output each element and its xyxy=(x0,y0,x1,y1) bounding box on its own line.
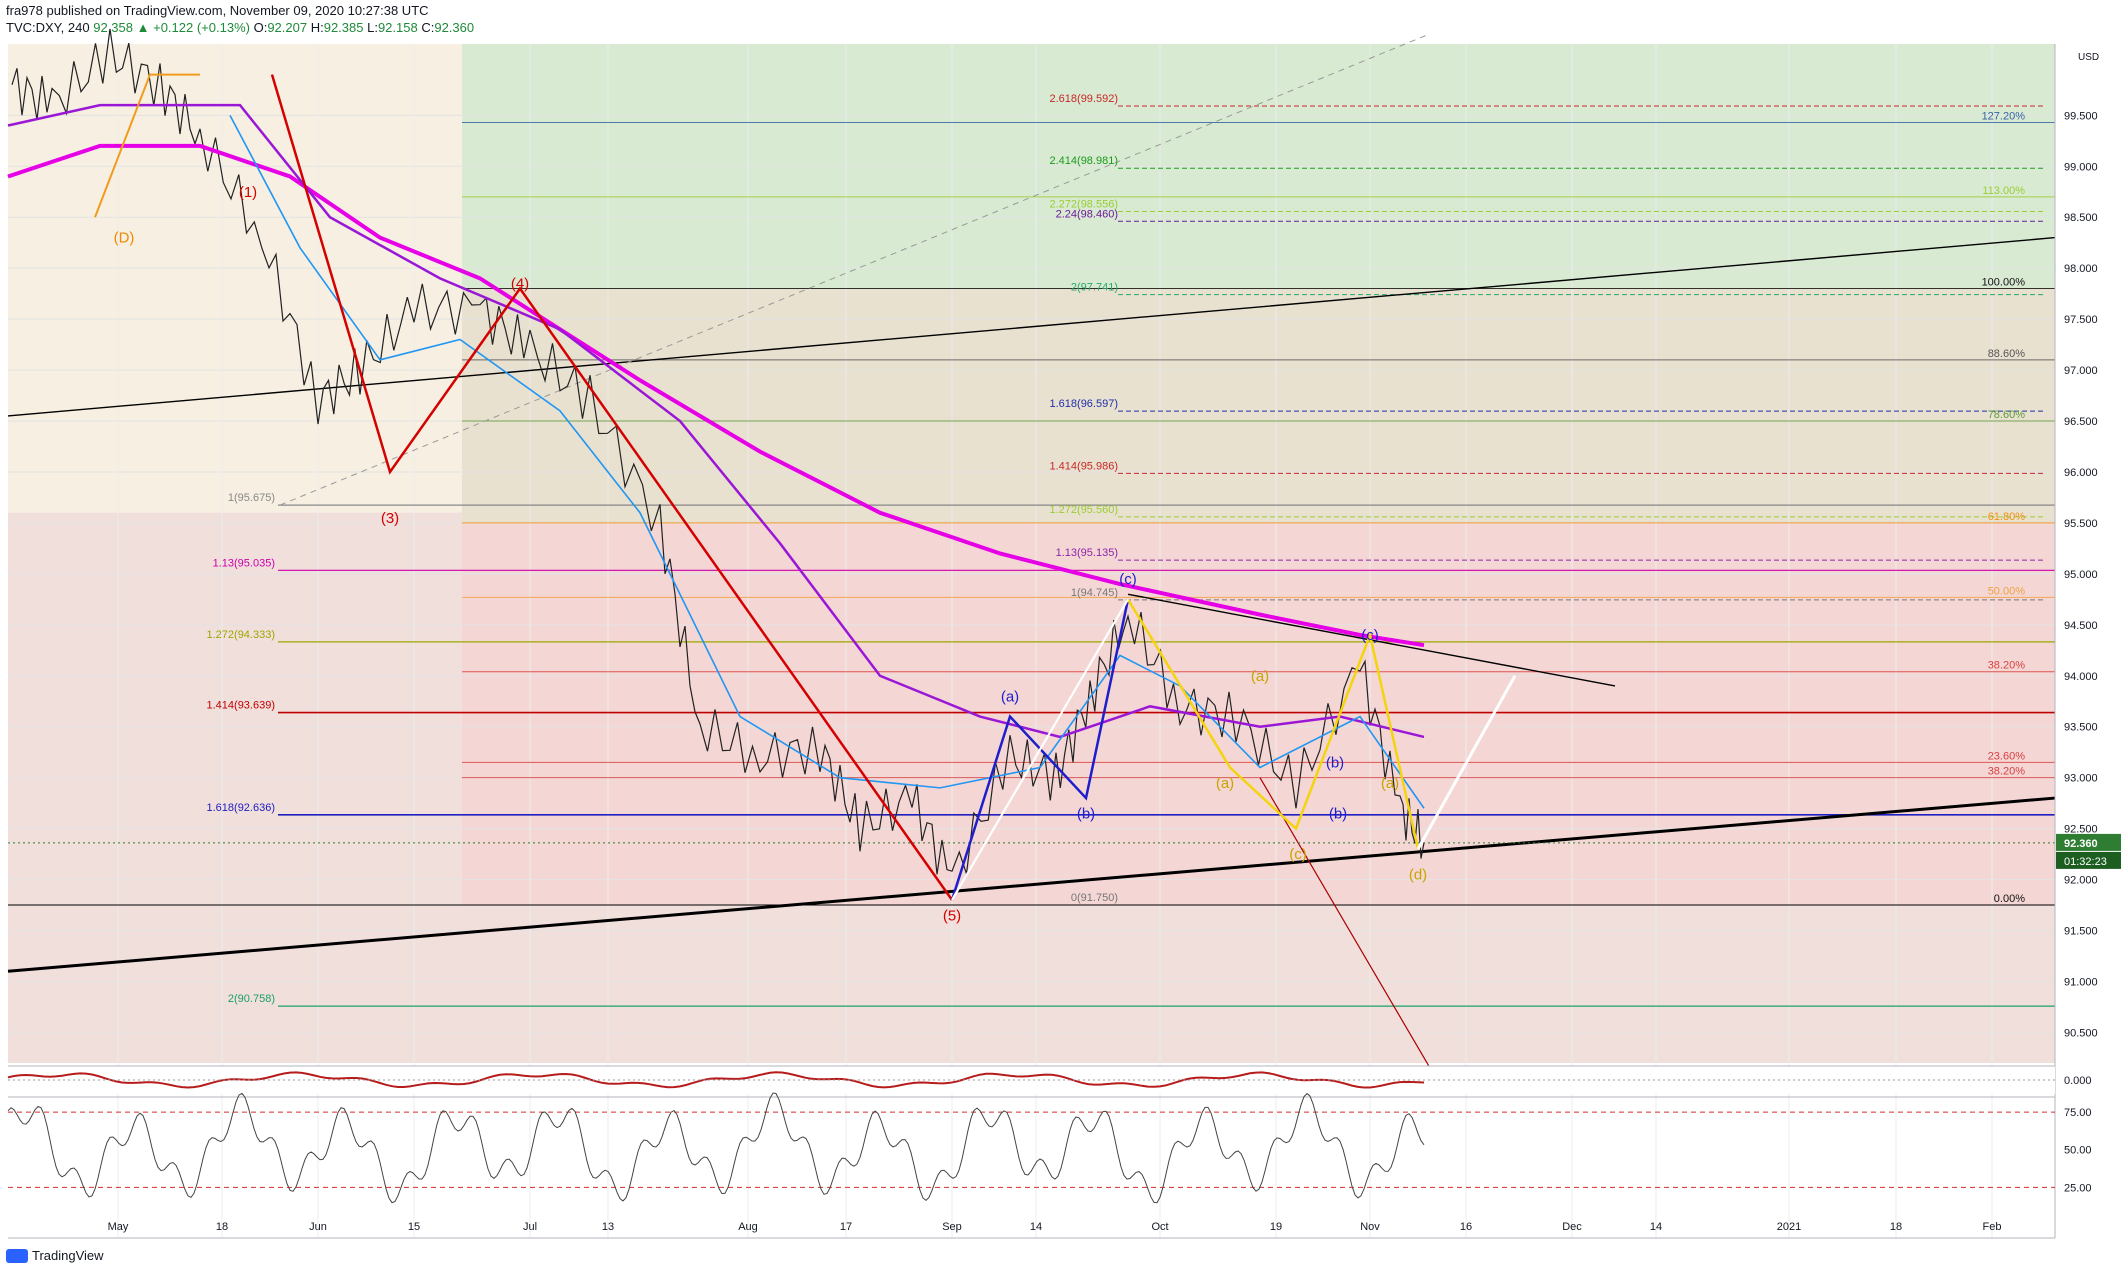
x-tick-label: Jun xyxy=(309,1221,327,1233)
y-tick-label: 92.500 xyxy=(2064,824,2098,836)
ext-level-label: 2.618(99.592) xyxy=(1050,93,1119,105)
x-tick-label: Sep xyxy=(942,1221,962,1233)
retracement-label: 78.60% xyxy=(1988,409,2026,421)
x-tick-label: May xyxy=(108,1221,129,1233)
wave-label: (c) xyxy=(1361,627,1379,644)
fib-level-label: 1.272(94.333) xyxy=(207,629,276,641)
retracement-label: 38.20% xyxy=(1988,660,2026,672)
y-tick-label: 98.000 xyxy=(2064,263,2098,275)
countdown-value: 01:32:23 xyxy=(2064,856,2107,868)
y-tick-label: 94.500 xyxy=(2064,620,2098,632)
y-tick-label: 96.500 xyxy=(2064,416,2098,428)
retracement-label: 0.00% xyxy=(1994,893,2025,905)
red-projection-zone xyxy=(462,522,2055,906)
fib-level-label: 2(90.758) xyxy=(228,993,275,1005)
x-tick-label: 18 xyxy=(216,1221,228,1233)
retracement-label: 61.80% xyxy=(1988,511,2026,523)
wave-label: (a) xyxy=(1381,775,1399,792)
y-tick-label: 91.000 xyxy=(2064,976,2098,988)
y-tick-label: 99.500 xyxy=(2064,110,2098,122)
x-tick-label: Nov xyxy=(1360,1221,1380,1233)
mid-zone xyxy=(462,288,2055,523)
y-tick-label: 99.000 xyxy=(2064,161,2098,173)
y-tick-label: 97.000 xyxy=(2064,365,2098,377)
y-tick-label: 95.500 xyxy=(2064,518,2098,530)
x-tick-label: 13 xyxy=(602,1221,614,1233)
x-tick-label: 17 xyxy=(840,1221,852,1233)
fib-level-label: 1.414(93.639) xyxy=(207,700,276,712)
x-tick-label: Feb xyxy=(1983,1221,2002,1233)
y-tick-label: 97.500 xyxy=(2064,314,2098,326)
fib-level-label: 1(95.675) xyxy=(228,492,275,504)
retracement-label: 38.20% xyxy=(1988,766,2026,778)
y-tick-label: 93.000 xyxy=(2064,773,2098,785)
ext-level-label: 2(97.741) xyxy=(1071,282,1118,294)
ext-level-label: 1.414(95.986) xyxy=(1050,460,1119,472)
retracement-label: 127.20% xyxy=(1982,110,2026,122)
rsi-tick-label: 25.00 xyxy=(2064,1182,2092,1194)
retracement-label: 23.60% xyxy=(1988,750,2026,762)
chart-canvas[interactable]: 1(95.675) 1.13(95.035) 1.272(94.333) 1.414(… xyxy=(0,0,2125,1275)
fib-level-label: 1.13(95.035) xyxy=(213,557,275,569)
wave-label: (1) xyxy=(239,184,257,201)
ext-level-label: 1.618(96.597) xyxy=(1050,398,1119,410)
wave-label: (D) xyxy=(114,230,135,247)
rsi-line xyxy=(7,1092,1425,1204)
x-tick-label: Aug xyxy=(738,1221,758,1233)
wave-label: (a) xyxy=(1216,775,1234,792)
wave-label: (4) xyxy=(511,276,529,293)
y-tick-label: 92.000 xyxy=(2064,875,2098,887)
wave-label: (a) xyxy=(1251,668,1269,685)
ext-level-label: 2.414(98.981) xyxy=(1050,155,1119,167)
tradingview-brand: TradingView xyxy=(32,1248,104,1263)
x-tick-label: 19 xyxy=(1270,1221,1282,1233)
x-tick-label: Oct xyxy=(1151,1221,1168,1233)
wave-label: (d) xyxy=(1409,867,1427,884)
retracement-label: 50.00% xyxy=(1988,585,2026,597)
y-tick-label: 94.000 xyxy=(2064,671,2098,683)
tradingview-logo[interactable]: TradingView xyxy=(6,1248,104,1263)
x-tick-label: 16 xyxy=(1460,1221,1472,1233)
y-tick-label: 96.000 xyxy=(2064,467,2098,479)
wave-label: (b) xyxy=(1326,754,1344,771)
wave-label: (b) xyxy=(1077,805,1095,822)
x-tick-label: Jul xyxy=(523,1221,537,1233)
y-tick-label: 91.500 xyxy=(2064,926,2098,938)
x-tick-label: 18 xyxy=(1890,1221,1902,1233)
wave-label: (5) xyxy=(943,907,961,924)
oscillator-pane xyxy=(8,1066,2055,1094)
ext-level-label: 0(91.750) xyxy=(1071,892,1118,904)
y-tick-label: 90.500 xyxy=(2064,1027,2098,1039)
wave-label: (c) xyxy=(1289,846,1307,863)
rsi-tick-label: 75.00 xyxy=(2064,1107,2092,1119)
wave-label: (a) xyxy=(1001,688,1019,705)
retracement-label: 100.00% xyxy=(1982,277,2026,289)
x-tick-label: Dec xyxy=(1562,1221,1582,1233)
retracement-label: 113.00% xyxy=(1982,185,2025,197)
tradingview-logo-icon xyxy=(6,1248,28,1263)
x-tick-label: 15 xyxy=(408,1221,420,1233)
x-tick-label: 14 xyxy=(1650,1221,1662,1233)
ext-level-label: 1.13(95.135) xyxy=(1056,547,1118,559)
wave-label: (3) xyxy=(381,510,399,527)
x-tick-label: 14 xyxy=(1030,1221,1042,1233)
retracement-label: 88.60% xyxy=(1988,348,2026,360)
wave-label: (b) xyxy=(1329,805,1347,822)
currency-label: USD xyxy=(2078,52,2099,63)
ext-level-label: 1(94.745) xyxy=(1071,587,1118,599)
y-tick-label: 95.000 xyxy=(2064,569,2098,581)
x-tick-label: 2021 xyxy=(1777,1221,1801,1233)
fib-level-label: 1.618(92.636) xyxy=(207,802,276,814)
ext-level-label: 1.272(95.560) xyxy=(1050,504,1119,516)
y-tick-label: 93.500 xyxy=(2064,722,2098,734)
oscillator-tick-label: 0.000 xyxy=(2064,1075,2092,1087)
ext-level-label: 2.24(98.460) xyxy=(1056,208,1118,220)
rsi-tick-label: 50.00 xyxy=(2064,1145,2092,1157)
y-tick-label: 98.500 xyxy=(2064,212,2098,224)
wave-label: (c) xyxy=(1119,571,1137,588)
last-price-value: 92.360 xyxy=(2064,838,2098,850)
